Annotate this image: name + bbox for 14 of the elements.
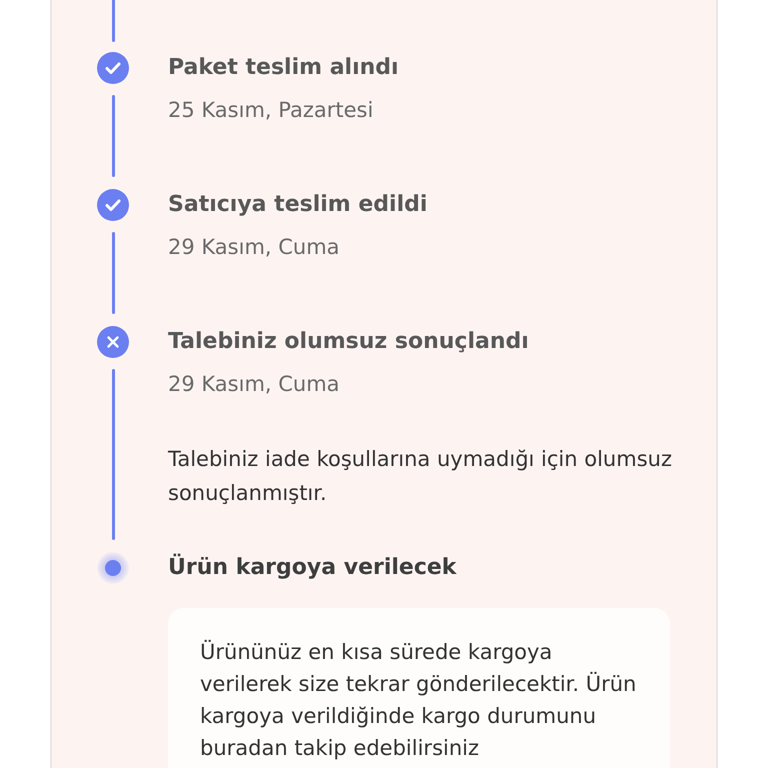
timeline-connector bbox=[112, 0, 114, 42]
info-text: Ürününüz en kısa sürede kargoya verilerek size tekrar gönderilecektir. Ürün kargoya verildiğinde kargo durumunu buradan takip edebilirsiniz bbox=[200, 638, 638, 762]
step-title: Satıcıya teslim edildi bbox=[168, 191, 428, 219]
close-circle-icon bbox=[97, 326, 129, 358]
step-title: Talebiniz olumsuz sonuçlandı bbox=[168, 328, 530, 356]
glowing-dot-icon bbox=[97, 552, 129, 584]
check-circle-icon bbox=[97, 189, 129, 221]
step-date: 25 Kasım, Pazartesi bbox=[168, 97, 374, 124]
step-description: Talebiniz iade koşullarına uymadığı için olumsuz sonuçlanmıştır. bbox=[168, 446, 673, 507]
check-circle-icon bbox=[97, 52, 129, 84]
step-date: 29 Kasım, Cuma bbox=[168, 371, 341, 398]
step-date: 29 Kasım, Cuma bbox=[168, 234, 341, 261]
step-title: Paket teslim alındı bbox=[168, 54, 400, 82]
step-title: Ürün kargoya verilecek bbox=[168, 552, 458, 582]
